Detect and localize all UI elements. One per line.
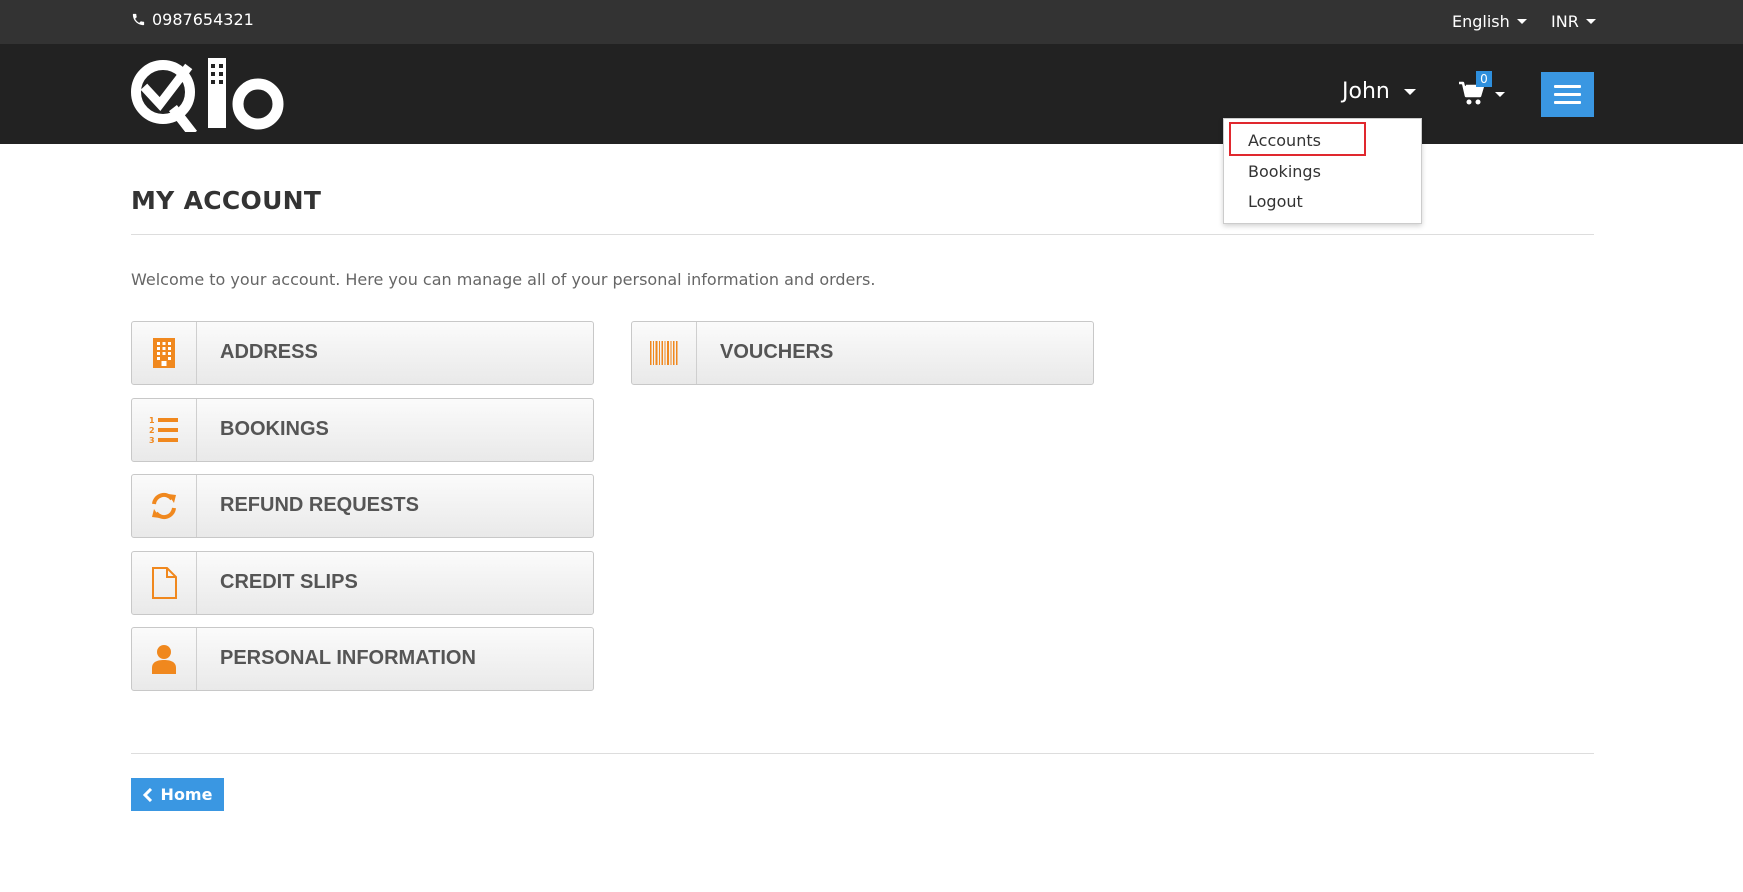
cart-count-badge: 0 bbox=[1476, 71, 1492, 87]
refresh-icon bbox=[152, 492, 176, 520]
chevron-left-icon bbox=[142, 787, 152, 802]
tile-label: BOOKINGS bbox=[220, 418, 329, 440]
tile-icon-box bbox=[132, 322, 197, 384]
currency-label: INR bbox=[1551, 12, 1579, 31]
user-dropdown-menu: Accounts Bookings Logout bbox=[1223, 118, 1422, 224]
tile-label: ADDRESS bbox=[220, 341, 318, 363]
tile-label: PERSONAL INFORMATION bbox=[220, 647, 476, 669]
tile-icon-box bbox=[132, 628, 197, 690]
divider bbox=[131, 234, 1594, 235]
tile-address[interactable]: ADDRESS bbox=[131, 321, 594, 385]
tile-icon-box bbox=[132, 475, 197, 537]
svg-text:2: 2 bbox=[149, 426, 155, 435]
user-menu-toggle[interactable]: John bbox=[1342, 79, 1416, 104]
top-bar: 0987654321 English INR bbox=[0, 0, 1743, 44]
site-logo[interactable] bbox=[130, 56, 286, 138]
phone-text: 0987654321 bbox=[152, 10, 254, 29]
caret-down-icon bbox=[1516, 19, 1527, 24]
phone-number: 0987654321 bbox=[131, 10, 254, 29]
tile-label: CREDIT SLIPS bbox=[220, 571, 358, 593]
building-icon bbox=[153, 338, 175, 368]
home-button-label: Home bbox=[160, 785, 213, 804]
caret-down-icon bbox=[1495, 92, 1505, 97]
language-selector[interactable]: English bbox=[1452, 12, 1527, 31]
welcome-text: Welcome to your account. Here you can ma… bbox=[131, 270, 876, 289]
tile-credit-slips[interactable]: CREDIT SLIPS bbox=[131, 551, 594, 615]
ordered-list-icon: 123 bbox=[149, 416, 178, 445]
dropdown-item-logout[interactable]: Logout bbox=[1248, 192, 1303, 211]
user-name: John bbox=[1342, 79, 1390, 104]
svg-text:3: 3 bbox=[149, 436, 155, 445]
tile-icon-box bbox=[632, 322, 697, 384]
phone-icon bbox=[132, 13, 145, 26]
tile-bookings[interactable]: 123 BOOKINGS bbox=[131, 398, 594, 462]
tile-label: REFUND REQUESTS bbox=[220, 494, 419, 516]
dropdown-item-bookings[interactable]: Bookings bbox=[1248, 162, 1321, 181]
hamburger-icon bbox=[1554, 101, 1581, 104]
hamburger-icon bbox=[1554, 93, 1581, 96]
tile-refund-requests[interactable]: REFUND REQUESTS bbox=[131, 474, 594, 538]
tile-personal-information[interactable]: PERSONAL INFORMATION bbox=[131, 627, 594, 691]
page-title: MY ACCOUNT bbox=[131, 186, 322, 215]
qlo-logo-icon bbox=[131, 58, 284, 138]
svg-text:1: 1 bbox=[149, 416, 155, 425]
user-icon bbox=[152, 645, 176, 674]
caret-down-icon bbox=[1403, 88, 1416, 95]
home-button[interactable]: Home bbox=[131, 778, 224, 811]
divider bbox=[131, 753, 1594, 754]
dropdown-item-accounts[interactable]: Accounts bbox=[1248, 131, 1321, 150]
currency-selector[interactable]: INR bbox=[1551, 12, 1596, 31]
hamburger-icon bbox=[1554, 85, 1581, 88]
cart-button[interactable]: 0 bbox=[1458, 71, 1505, 110]
barcode-icon bbox=[650, 341, 678, 365]
file-icon bbox=[152, 567, 177, 599]
tile-icon-box bbox=[132, 552, 197, 614]
tile-vouchers[interactable]: VOUCHERS bbox=[631, 321, 1094, 385]
tile-label: VOUCHERS bbox=[720, 341, 834, 363]
caret-down-icon bbox=[1585, 19, 1596, 24]
language-label: English bbox=[1452, 12, 1510, 31]
menu-toggle-button[interactable] bbox=[1541, 72, 1594, 117]
tile-icon-box: 123 bbox=[132, 399, 197, 461]
main-header: John 0 bbox=[0, 44, 1743, 144]
